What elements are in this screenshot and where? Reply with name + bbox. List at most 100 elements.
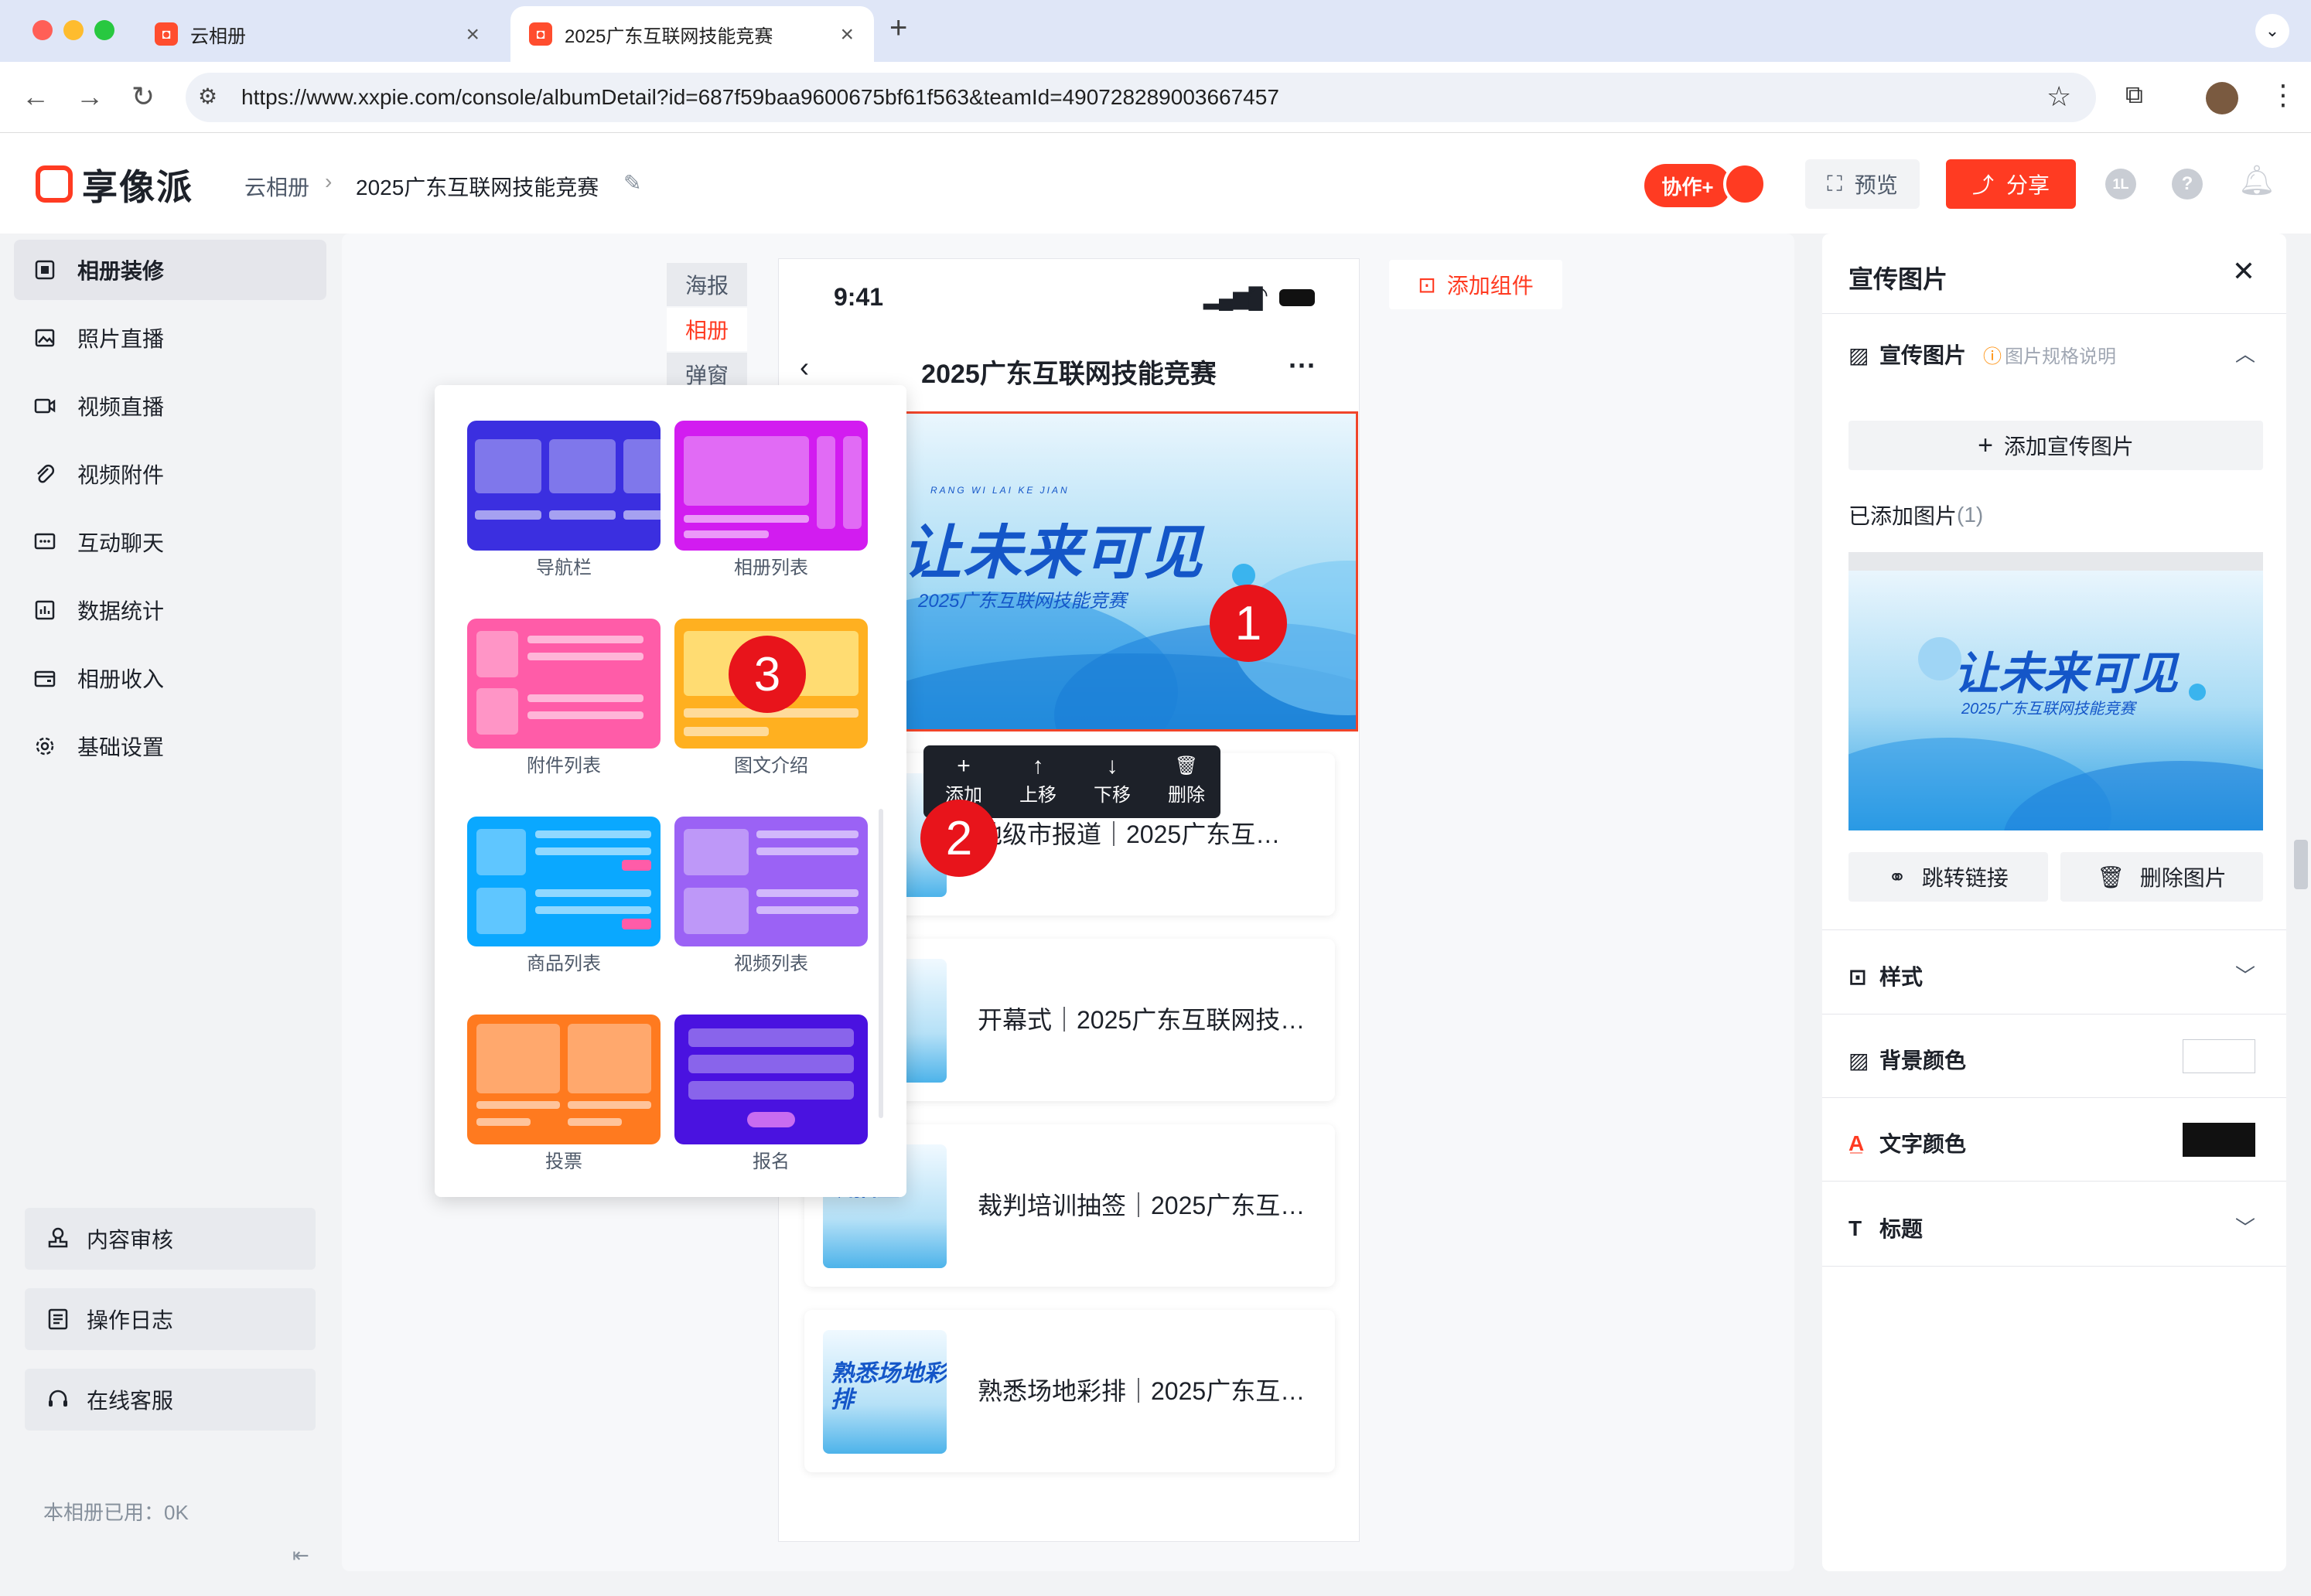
content-review-button[interactable]: 内容审核: [25, 1208, 316, 1270]
sidebar-item-label: 互动聊天: [77, 531, 165, 555]
picker-scrollbar[interactable]: [879, 809, 883, 1118]
layout-icon: [35, 260, 55, 280]
browser-tab[interactable]: ◘ 云相册 ×: [136, 6, 500, 62]
close-tab-icon[interactable]: ×: [840, 22, 854, 48]
sidebar-item-photo-live[interactable]: 照片直播: [14, 308, 326, 368]
collaborate-button[interactable]: 协作+: [1644, 164, 1731, 207]
brand-logo-icon[interactable]: [36, 165, 73, 203]
component-vote-card[interactable]: [467, 1015, 661, 1144]
toolbar-move-up-button[interactable]: ↑ 上移: [1007, 753, 1069, 807]
close-panel-icon[interactable]: ✕: [2232, 255, 2255, 288]
sidebar-item-label: 数据统计: [77, 599, 165, 623]
browser-tab-active[interactable]: ◘ 2025广东互联网技能竞赛 ×: [510, 6, 874, 62]
text-color-swatch[interactable]: [2183, 1123, 2255, 1157]
banner-subtitle: 2025广东互联网技能竞赛: [918, 591, 1127, 612]
share-icon: ⤴: [1971, 173, 1994, 197]
image-spec-link[interactable]: 图片规格说明: [2005, 341, 2116, 368]
chevron-down-icon[interactable]: ﹀: [2235, 960, 2255, 989]
add-promo-image-button[interactable]: + 添加宣传图片: [1848, 421, 2263, 470]
component-album-list-card[interactable]: [674, 421, 868, 551]
wallet-icon: [34, 670, 56, 687]
toolbar-move-down-button[interactable]: ↓ 下移: [1081, 753, 1143, 807]
online-service-button[interactable]: 在线客服: [25, 1369, 316, 1431]
component-product-list-card[interactable]: [467, 817, 661, 946]
chevron-down-icon[interactable]: ﹀: [2235, 1212, 2255, 1241]
tab-album[interactable]: 相册: [667, 308, 747, 351]
component-navbar-card[interactable]: [467, 421, 661, 551]
step-marker-3: 3: [729, 636, 806, 713]
sidebar-item-chat[interactable]: 互动聊天: [14, 512, 326, 572]
title-row[interactable]: T 标题 ﹀: [1822, 1182, 2286, 1267]
sidebar-item-album-decoration[interactable]: 相册装修: [14, 240, 326, 300]
help-icon[interactable]: ?: [2172, 169, 2203, 200]
tab-search-icon[interactable]: ⌄: [2255, 14, 2289, 48]
toolbar-delete-button[interactable]: 🗑 删除: [1156, 753, 1217, 807]
maximize-window-button[interactable]: [94, 20, 114, 40]
delete-image-button[interactable]: 🗑 删除图片: [2060, 852, 2263, 902]
profile-avatar[interactable]: [2206, 82, 2238, 114]
properties-panel: 宣传图片 ✕ ▨ 宣传图片 ⓘ 图片规格说明 ︿ + 添加宣传图片 已添加图片(…: [1822, 234, 2286, 1571]
share-button[interactable]: ⤴ 分享: [1946, 159, 2076, 209]
breadcrumb-root[interactable]: 云相册: [244, 171, 309, 202]
style-icon: ⊡: [1848, 965, 1867, 989]
image-icon: ▨: [1848, 343, 1869, 367]
log-icon: [48, 1308, 68, 1330]
collapse-sidebar-icon[interactable]: ⇤: [292, 1543, 309, 1567]
sidebar-item-statistics[interactable]: 数据统计: [14, 580, 326, 640]
site-settings-icon[interactable]: ⚙: [198, 84, 217, 109]
list-item-title: 熟悉场地彩排｜2025广东互…: [978, 1377, 1306, 1405]
forward-icon[interactable]: →: [76, 80, 104, 113]
sidebar-item-label: 视频附件: [77, 463, 165, 487]
account-badge-icon[interactable]: 1L: [2105, 169, 2136, 200]
background-color-swatch[interactable]: [2183, 1039, 2255, 1073]
close-window-button[interactable]: [32, 20, 53, 40]
text-color-icon: A̲: [1848, 1131, 1865, 1155]
close-tab-icon[interactable]: ×: [466, 22, 480, 48]
list-item-title: 裁判培训抽签｜2025广东互…: [978, 1192, 1306, 1219]
background-color-row[interactable]: ▨ 背景颜色: [1822, 1015, 2286, 1098]
chevron-up-icon[interactable]: ︿: [2235, 339, 2255, 367]
reload-icon[interactable]: ↻: [131, 80, 155, 113]
sidebar-item-settings[interactable]: 基础设置: [14, 716, 326, 776]
back-icon[interactable]: ←: [22, 80, 49, 113]
new-tab-button[interactable]: +: [889, 11, 907, 46]
added-images-label: 已添加图片 (1): [1848, 503, 1984, 528]
component-signup-card[interactable]: [674, 1015, 868, 1144]
browser-menu-icon[interactable]: ⋮: [2269, 79, 2297, 111]
phone-status-time: 9:41: [834, 283, 884, 311]
style-row[interactable]: ⊡ 样式 ﹀: [1822, 929, 2286, 1015]
jump-link-button[interactable]: ⚭ 跳转链接: [1848, 852, 2048, 902]
component-label: 相册列表: [734, 558, 808, 578]
preview-button[interactable]: ⛶ 预览: [1805, 159, 1920, 209]
list-item[interactable]: 熟悉场地彩排 熟悉场地彩排｜2025广东互…: [804, 1310, 1335, 1472]
promo-banner[interactable]: RANG WI LAI KE JIAN 让未来可见 2025广东互联网技能竞赛: [882, 411, 1358, 732]
minimize-window-button[interactable]: [63, 20, 84, 40]
promo-image-section-header[interactable]: ▨ 宣传图片 ⓘ 图片规格说明: [1848, 339, 2116, 370]
text-color-row[interactable]: A̲ 文字颜色: [1822, 1098, 2286, 1182]
edit-title-icon[interactable]: ✎: [623, 170, 641, 196]
component-label: 图文介绍: [734, 755, 808, 776]
component-attachment-list-card[interactable]: [467, 619, 661, 749]
component-label: 视频列表: [734, 953, 808, 974]
tab-label: 云相册: [190, 26, 246, 47]
paperclip-icon: [37, 464, 55, 483]
sidebar-item-income[interactable]: 相册收入: [14, 648, 326, 708]
component-video-list-card[interactable]: [674, 817, 868, 946]
operation-log-button[interactable]: 操作日志: [25, 1288, 316, 1350]
image-icon: [35, 329, 55, 347]
sidebar-item-video-attachment[interactable]: 视频附件: [14, 444, 326, 504]
phone-more-icon[interactable]: ···: [1289, 350, 1316, 382]
page-scrollbar[interactable]: [2294, 840, 2308, 889]
plus-icon: +: [957, 753, 971, 779]
toolbar-add-button[interactable]: + 添加: [933, 753, 995, 807]
tab-poster[interactable]: 海报: [667, 263, 747, 306]
extensions-icon[interactable]: ⧉: [2125, 80, 2143, 110]
url-text[interactable]: https://www.xxpie.com/console/albumDetai…: [241, 85, 1279, 110]
add-component-button[interactable]: ⊡ 添加组件: [1389, 260, 1562, 309]
bookmark-star-icon[interactable]: ☆: [2046, 80, 2071, 113]
sidebar-item-video-live[interactable]: 视频直播: [14, 376, 326, 436]
brand-name[interactable]: 享像派: [82, 159, 193, 210]
notification-bell-icon[interactable]: 🔔︎: [2238, 164, 2275, 198]
promo-image-thumbnail[interactable]: 让未来可见 2025广东互联网技能竞赛: [1848, 552, 2263, 830]
preview-label: 预览: [1854, 173, 1898, 197]
